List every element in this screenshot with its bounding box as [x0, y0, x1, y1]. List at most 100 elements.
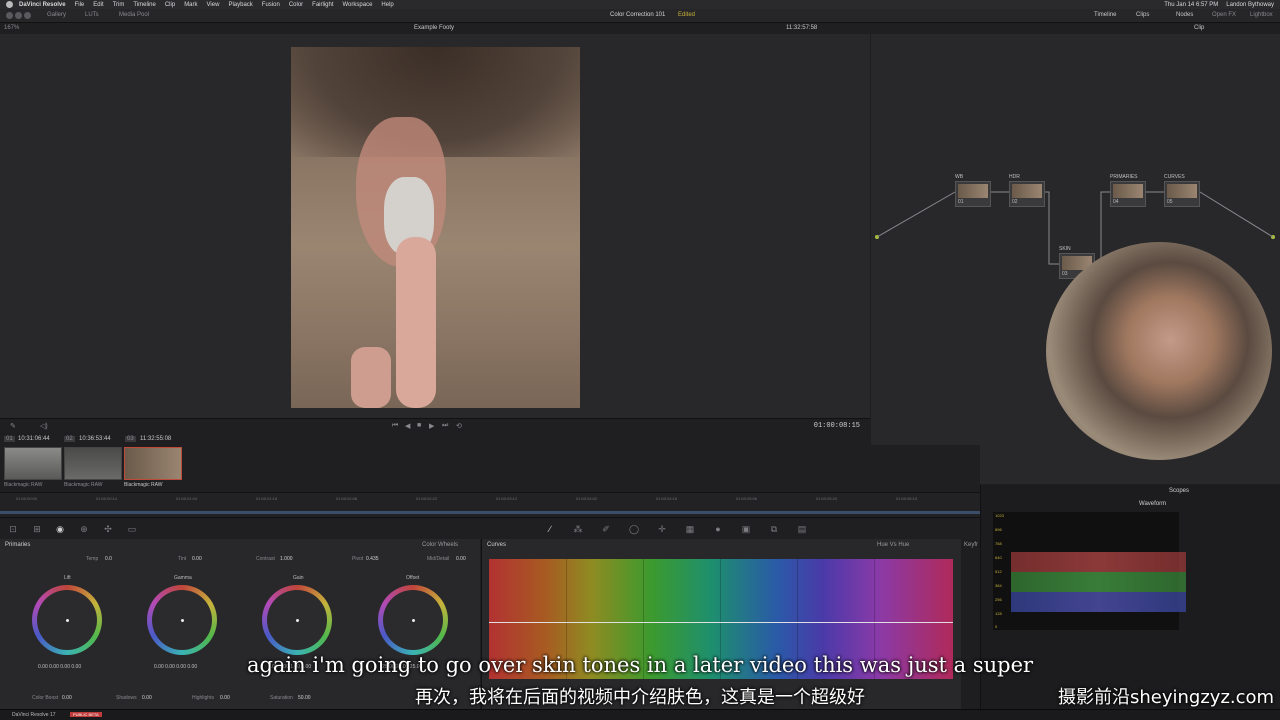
window-close-icon[interactable] — [6, 12, 13, 19]
scope-mode-dropdown[interactable]: Waveform — [1139, 501, 1166, 507]
motion-effects-icon[interactable]: ✣ — [103, 524, 113, 534]
video-frame[interactable] — [291, 47, 580, 408]
sizing-icon[interactable]: ⧉ — [769, 524, 779, 534]
color-warper-icon[interactable]: ⁂ — [573, 524, 583, 534]
pen-icon[interactable]: ✎ — [10, 422, 16, 430]
ruler-tick: 01:00:00:14 — [96, 496, 118, 501]
clip-thumbnail-selected[interactable] — [124, 447, 182, 480]
color-wheels-mode[interactable]: Color Wheels — [422, 542, 458, 548]
menubar-user[interactable]: Landon Bythoway — [1226, 2, 1274, 8]
node-number: 02 — [1012, 199, 1018, 205]
mini-timeline[interactable]: 01:00:00:00 01:00:00:14 01:00:01:04 01:0… — [0, 492, 980, 517]
3d-icon[interactable]: ▤ — [797, 524, 807, 534]
lift-wheel[interactable] — [32, 585, 102, 655]
offset-wheel[interactable] — [378, 585, 448, 655]
timeline-track[interactable] — [0, 511, 980, 514]
clip-name[interactable]: Example Footy — [414, 25, 454, 31]
tab-timeline[interactable]: Timeline — [1094, 12, 1116, 18]
tab-gallery[interactable]: Gallery — [47, 12, 66, 18]
app-toolbar: Gallery LUTs Media Pool Color Correction… — [0, 9, 1280, 23]
tab-lightbox[interactable]: Lightbox — [1250, 12, 1273, 18]
color-wheels-icon[interactable]: ◉ — [55, 524, 65, 534]
key-icon[interactable]: ▣ — [741, 524, 751, 534]
blur-icon[interactable]: ● — [713, 524, 723, 534]
color-match-icon[interactable]: ⊞ — [32, 524, 42, 534]
stop-icon[interactable]: ■ — [417, 422, 421, 429]
magic-mask-icon[interactable]: ▦ — [685, 524, 695, 534]
node-label: HDR — [1009, 174, 1020, 180]
menu-playback[interactable]: Playback — [228, 2, 252, 8]
mid-detail-label: Mid/Detail — [427, 556, 450, 562]
menu-fairlight[interactable]: Fairlight — [312, 2, 333, 8]
clip-thumbnail[interactable] — [64, 447, 122, 480]
wheel-name: Gamma — [174, 575, 192, 581]
menu-clip[interactable]: Clip — [165, 2, 175, 8]
curves-mode-dropdown[interactable]: Hue Vs Hue — [877, 542, 909, 548]
apple-icon[interactable] — [6, 1, 13, 8]
play-reverse-icon[interactable]: ◀ — [405, 422, 410, 430]
window-icon[interactable]: ◯ — [629, 524, 639, 534]
gamma-wheel[interactable] — [147, 585, 217, 655]
window-minimize-icon[interactable] — [15, 12, 22, 19]
play-icon[interactable]: ▶ — [429, 422, 434, 430]
page-navigation-bar: DaVinci Resolve 17 PUBLIC BETA — [0, 709, 1280, 720]
node-output-dot — [1271, 235, 1275, 239]
skip-back-icon[interactable]: ⏮ — [392, 422, 398, 430]
node-wb[interactable]: 01 — [955, 181, 991, 207]
clip-number: 01 — [4, 436, 15, 442]
wheel-name: Gain — [293, 575, 304, 581]
skip-forward-icon[interactable]: ⏭ — [442, 422, 448, 430]
menu-mark[interactable]: Mark — [184, 2, 197, 8]
tint-value[interactable]: 0.00 — [192, 556, 202, 562]
scale-label: 768 — [995, 541, 1002, 546]
camera-raw-icon[interactable]: ⊡ — [8, 524, 18, 534]
tab-media-pool[interactable]: Media Pool — [119, 12, 149, 18]
audio-icon[interactable]: ◁) — [40, 422, 48, 430]
menu-fusion[interactable]: Fusion — [262, 2, 280, 8]
pivot-value[interactable]: 0.435 — [366, 556, 379, 562]
wheel-name: Lift — [64, 575, 71, 581]
menubar-clock[interactable]: Thu Jan 14 6:57 PM — [1164, 2, 1218, 8]
menu-trim[interactable]: Trim — [113, 2, 125, 8]
tab-luts[interactable]: LUTs — [85, 12, 99, 18]
node-curves[interactable]: 05 — [1164, 181, 1200, 207]
node-hdr[interactable]: 02 — [1009, 181, 1045, 207]
menu-workspace[interactable]: Workspace — [343, 2, 373, 8]
clip-thumbnail[interactable] — [4, 447, 62, 480]
node-mode-dropdown[interactable]: Clip — [1194, 25, 1204, 31]
window-zoom-icon[interactable] — [24, 12, 31, 19]
ruler-tick: 01:00:02:22 — [416, 496, 438, 501]
clip-label: Blackmagic RAW — [4, 482, 43, 488]
loop-icon[interactable]: ⟲ — [456, 422, 462, 430]
qualifier-icon[interactable]: ✐ — [601, 524, 611, 534]
viewer-timecode: 01:00:08:15 — [813, 422, 860, 430]
mid-detail-value[interactable]: 0.00 — [456, 556, 466, 562]
tab-open-fx[interactable]: Open FX — [1212, 12, 1236, 18]
contrast-label: Contrast — [256, 556, 275, 562]
gain-wheel[interactable] — [262, 585, 332, 655]
curves-icon[interactable]: ∕ — [545, 524, 555, 534]
node-primaries[interactable]: 04 — [1110, 181, 1146, 207]
menu-help[interactable]: Help — [381, 2, 393, 8]
node-number: 03 — [1062, 271, 1068, 277]
tab-nodes[interactable]: Nodes — [1176, 12, 1193, 18]
hdr-icon[interactable]: ▭ — [127, 524, 137, 534]
menu-color[interactable]: Color — [289, 2, 303, 8]
menu-view[interactable]: View — [207, 2, 220, 8]
ruler-tick: 01:00:06:10 — [896, 496, 918, 501]
temp-value[interactable]: 0.0 — [105, 556, 112, 562]
frame-finger — [396, 237, 436, 408]
menu-timeline[interactable]: Timeline — [133, 2, 155, 8]
tracker-icon[interactable]: ✛ — [657, 524, 667, 534]
menu-file[interactable]: File — [75, 2, 85, 8]
keyframes-label: Keyfr — [964, 542, 979, 548]
zoom-level[interactable]: 167% — [4, 25, 19, 31]
scale-label: 128 — [995, 611, 1002, 616]
curve-line[interactable] — [489, 622, 953, 623]
clip-number: 02 — [64, 436, 75, 442]
menu-app-name[interactable]: DaVinci Resolve — [19, 2, 66, 8]
tab-clips[interactable]: Clips — [1136, 12, 1149, 18]
contrast-value[interactable]: 1.000 — [280, 556, 293, 562]
menu-edit[interactable]: Edit — [93, 2, 103, 8]
rgb-mixer-icon[interactable]: ⊕ — [79, 524, 89, 534]
